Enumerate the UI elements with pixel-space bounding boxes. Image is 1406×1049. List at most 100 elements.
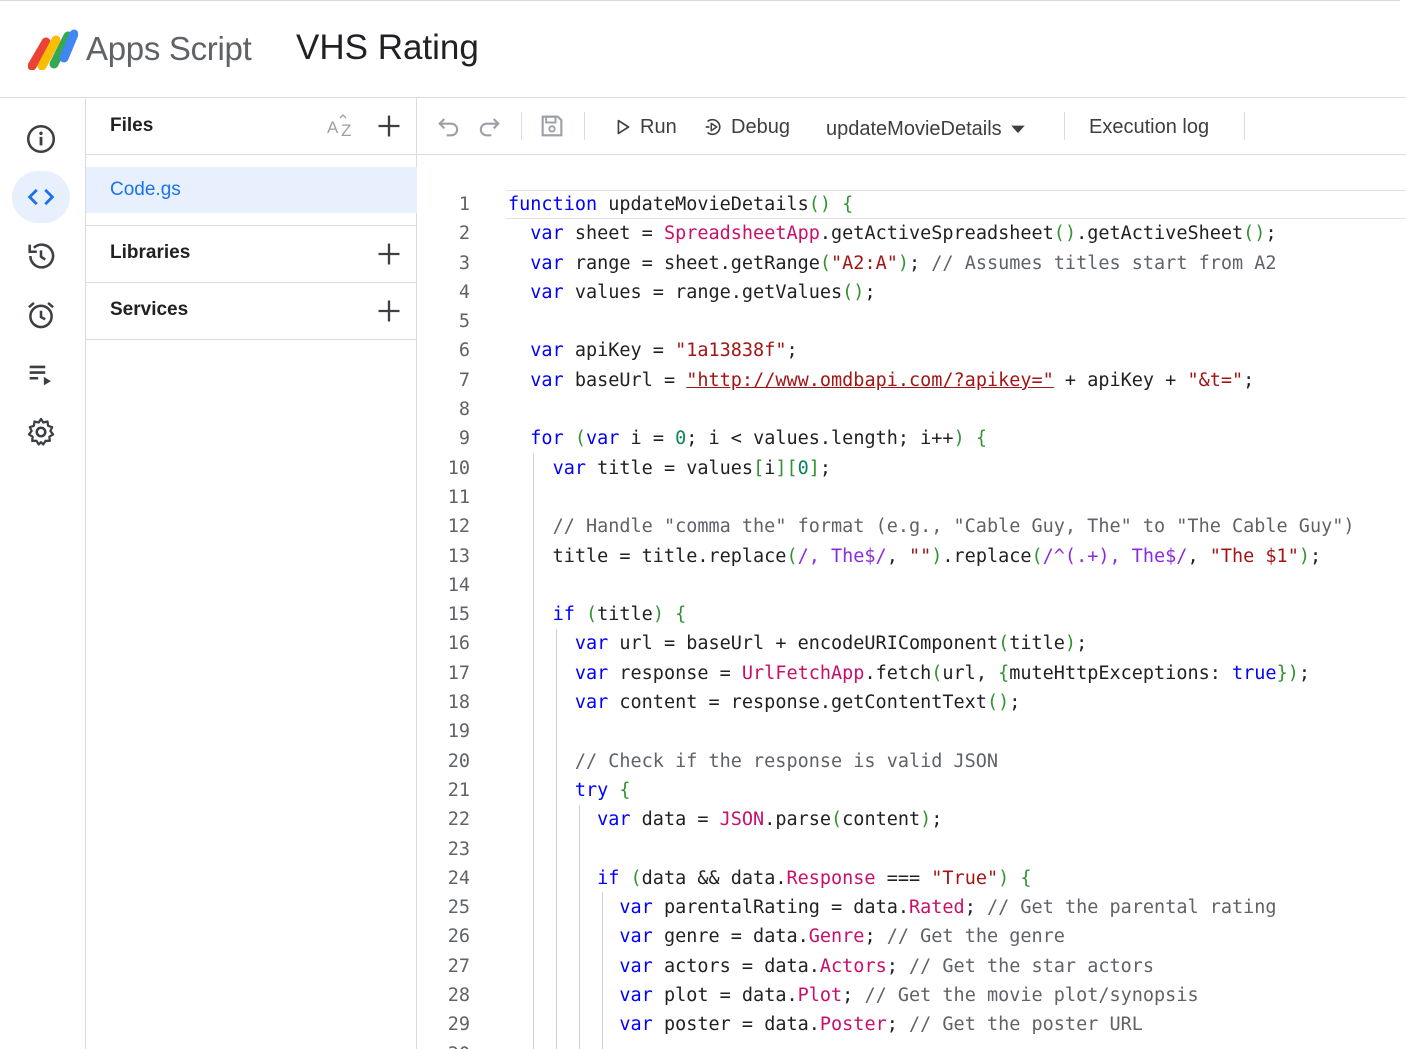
add-file-icon[interactable] xyxy=(375,112,403,140)
undo-icon[interactable] xyxy=(435,112,463,140)
code-line[interactable]: 2 var sheet = SpreadsheetApp.getActiveSp… xyxy=(417,219,1406,248)
editor-button[interactable] xyxy=(12,171,70,223)
code-line[interactable]: 13 title = title.replace(/, The$/, "").r… xyxy=(417,542,1406,571)
executions-button[interactable] xyxy=(12,348,70,400)
code-line[interactable]: 8 xyxy=(417,395,1406,424)
files-header: Files A Z xyxy=(86,98,417,155)
code-text: var data = JSON.parse(content); xyxy=(597,809,943,831)
line-number: 17 xyxy=(447,662,470,684)
line-number: 20 xyxy=(447,750,470,772)
code-text: var title = values[i][0]; xyxy=(552,457,832,479)
svg-text:Z: Z xyxy=(341,121,351,140)
execution-log-label: Execution log xyxy=(1089,115,1210,138)
function-select-value: updateMovieDetails xyxy=(826,117,1002,140)
file-item-code-gs[interactable]: Code.gs xyxy=(86,167,417,213)
code-text: var range = sheet.getRange("A2:A"); // A… xyxy=(530,252,1277,274)
line-number: 28 xyxy=(447,985,470,1007)
code-line[interactable]: 22 var data = JSON.parse(content); xyxy=(417,805,1406,834)
line-number: 26 xyxy=(447,926,470,948)
executions-icon xyxy=(29,365,51,386)
add-service-icon[interactable] xyxy=(375,297,403,325)
run-button[interactable]: Run xyxy=(612,112,677,142)
code-text: title = title.replace(/, The$/, "").repl… xyxy=(508,545,1322,567)
code-line[interactable]: 21 try { xyxy=(417,776,1406,805)
code-line[interactable]: 26 var genre = data.Genre; // Get the ge… xyxy=(417,922,1406,951)
toolbar-divider xyxy=(1064,112,1065,140)
save-icon[interactable] xyxy=(538,112,566,140)
code-line[interactable]: 24 if (data && data.Response === "True")… xyxy=(417,864,1406,893)
function-select[interactable]: updateMovieDetails xyxy=(826,114,1028,144)
line-number: 30 xyxy=(417,1040,470,1049)
line-number: 2 xyxy=(458,223,470,245)
code-text: var url = baseUrl + encodeURIComponent(t… xyxy=(574,633,1088,655)
code-text: // Handle "comma the" format (e.g., "Cab… xyxy=(552,516,1355,538)
code-line[interactable]: 17 var response = UrlFetchApp.fetch(url,… xyxy=(417,659,1406,688)
code-line[interactable]: 7 var baseUrl = "http://www.omdbapi.com/… xyxy=(417,366,1406,395)
overview-button[interactable] xyxy=(12,113,70,165)
code-line[interactable]: 6 var apiKey = "1a13838f"; xyxy=(417,336,1406,365)
code-line[interactable]: 3 var range = sheet.getRange("A2:A"); //… xyxy=(417,249,1406,278)
code-line[interactable]: 1 function updateMovieDetails() { xyxy=(417,190,1406,219)
code-line[interactable]: 12 // Handle "comma the" format (e.g., "… xyxy=(417,512,1406,541)
line-number: 22 xyxy=(447,809,470,831)
code-line[interactable]: 9 for (var i = 0; i < values.length; i++… xyxy=(417,424,1406,453)
code-line[interactable]: 10 var title = values[i][0]; xyxy=(417,454,1406,483)
triggers-button[interactable] xyxy=(12,289,70,341)
code-line[interactable]: 5 xyxy=(417,307,1406,336)
line-number: 13 xyxy=(447,545,470,567)
code-text: for (var i = 0; i < values.length; i++) … xyxy=(530,428,987,450)
code-line[interactable]: 30 xyxy=(417,1040,1406,1049)
app-header: Apps Script VHS Rating xyxy=(0,0,1406,98)
line-number: 12 xyxy=(447,516,470,538)
code-text: var response = UrlFetchApp.fetch(url, {m… xyxy=(574,662,1310,684)
code-line[interactable]: 27 var actors = data.Actors; // Get the … xyxy=(417,952,1406,981)
redo-icon[interactable] xyxy=(475,112,503,140)
project-history-button[interactable] xyxy=(12,230,70,282)
line-number: 24 xyxy=(447,867,470,889)
line-number: 1 xyxy=(458,194,470,215)
code-line[interactable]: 19 xyxy=(417,717,1406,746)
code-editor[interactable]: 1 function updateMovieDetails() {2 var sh… xyxy=(417,155,1406,1049)
line-number: 27 xyxy=(447,955,470,977)
line-number: 3 xyxy=(458,252,470,274)
editor-toolbar: Run Debug updateMovieDetails Execution l… xyxy=(417,98,1406,155)
line-number: 21 xyxy=(447,779,470,801)
line-number: 7 xyxy=(458,369,470,391)
brand-name: Apps Script xyxy=(86,30,252,67)
line-number: 4 xyxy=(458,281,470,303)
apps-script-logo-icon[interactable] xyxy=(28,28,78,70)
code-line[interactable]: 11 xyxy=(417,483,1406,512)
code-line[interactable]: 15 if (title) { xyxy=(417,600,1406,629)
code-line[interactable]: 4 var values = range.getValues(); xyxy=(417,278,1406,307)
code-icon xyxy=(27,188,55,206)
code-line[interactable]: 14 xyxy=(417,571,1406,600)
file-name: Code.gs xyxy=(110,179,181,200)
code-lines: 1 function updateMovieDetails() {2 var sh… xyxy=(417,190,1406,1049)
line-number: 9 xyxy=(458,428,470,450)
run-label: Run xyxy=(640,115,677,138)
execution-log-button[interactable]: Execution log xyxy=(1089,112,1209,142)
toolbar-divider xyxy=(584,112,585,140)
code-text: var baseUrl = "http://www.omdbapi.com/?a… xyxy=(530,369,1255,391)
code-line[interactable]: 25 var parentalRating = data.Rated; // G… xyxy=(417,893,1406,922)
debug-label: Debug xyxy=(731,115,790,138)
debug-button[interactable]: Debug xyxy=(703,112,790,142)
code-text: var actors = data.Actors; // Get the sta… xyxy=(619,955,1155,977)
code-text: var parentalRating = data.Rated; // Get … xyxy=(619,897,1277,919)
code-text: var values = range.getValues(); xyxy=(530,281,876,303)
code-line[interactable]: 20 // Check if the response is valid JSO… xyxy=(417,747,1406,776)
code-line[interactable]: 16 var url = baseUrl + encodeURIComponen… xyxy=(417,629,1406,658)
code-line[interactable]: 18 var content = response.getContentText… xyxy=(417,688,1406,717)
code-line[interactable]: 23 xyxy=(417,835,1406,864)
line-number: 19 xyxy=(447,721,470,743)
code-line[interactable]: 29 var poster = data.Poster; // Get the … xyxy=(417,1010,1406,1039)
code-text: if (title) { xyxy=(552,604,687,626)
files-title: Files xyxy=(110,115,154,136)
project-settings-button[interactable] xyxy=(12,406,70,458)
project-title[interactable]: VHS Rating xyxy=(296,28,479,68)
code-line[interactable]: 28 var plot = data.Plot; // Get the movi… xyxy=(417,981,1406,1010)
add-library-icon[interactable] xyxy=(375,240,403,268)
line-number: 14 xyxy=(447,574,470,596)
line-number: 23 xyxy=(447,838,470,860)
sort-az-icon[interactable]: A Z xyxy=(326,112,358,140)
